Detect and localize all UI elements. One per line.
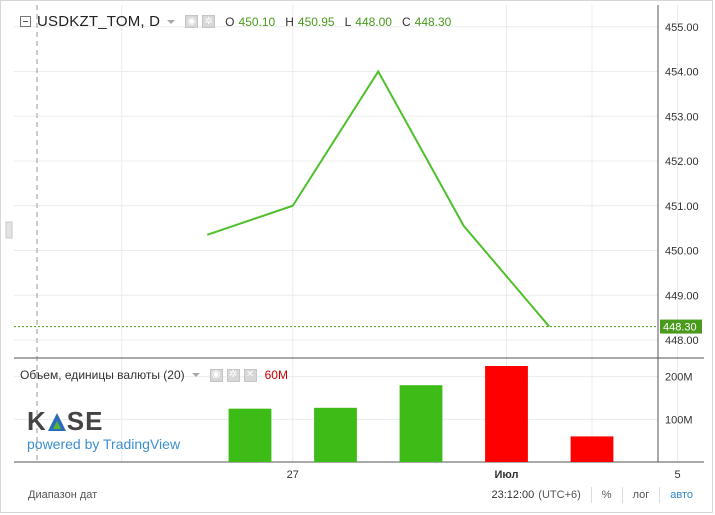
- volume-legend-value: 60M: [264, 368, 288, 382]
- ohlc-close-value: 448.30: [414, 14, 452, 29]
- time-axis[interactable]: 27Июл57: [287, 469, 715, 481]
- kase-wordmark: K SE: [27, 406, 104, 436]
- pane-collapse-tab[interactable]: [5, 221, 13, 239]
- volume-bar: [228, 408, 272, 462]
- volume-axis[interactable]: 200M 100M: [665, 372, 693, 427]
- ohlc-high-value: 450.95: [297, 14, 335, 29]
- main-series-legend: USDKZT_TOM, D ◉ ✲ O 450.10 H 450.95 L 44…: [20, 13, 451, 30]
- price-axis[interactable]: 455.00 454.00 453.00 452.00 451.00 450.00 449.…: [665, 22, 699, 347]
- volume-bar: [485, 366, 528, 462]
- auto-scale-button[interactable]: авто: [670, 489, 693, 501]
- price-series-line: [206, 69, 551, 328]
- percent-scale-button[interactable]: %: [602, 489, 612, 501]
- volume-tick-label: 100M: [665, 414, 693, 426]
- ohlc-close-key: C: [401, 14, 411, 29]
- date-range-button[interactable]: Диапазон дат: [28, 489, 97, 501]
- price-tick-label: 454.00: [665, 67, 699, 79]
- divider: [621, 487, 623, 503]
- time-tick-label: Июл: [494, 469, 518, 481]
- price-tick-label: 453.00: [665, 111, 699, 123]
- ohlc-high-key: H: [285, 14, 294, 29]
- price-tick-label: 449.00: [665, 290, 699, 302]
- volume-legend: Объем, единицы валюты (20) ◉ ✲ ✕ 60M: [20, 368, 288, 382]
- last-price-tag: 448.30: [660, 319, 702, 334]
- ohlc-open-key: O: [225, 14, 235, 29]
- ohlc-low-value: 448.00: [355, 14, 392, 29]
- timezone-button[interactable]: (UTC+6): [538, 489, 580, 501]
- ohlc-low-key: L: [344, 14, 352, 29]
- chevron-down-icon[interactable]: [167, 19, 176, 24]
- divider: [659, 487, 661, 503]
- time-tick-label: 5: [674, 469, 680, 481]
- settings-icon[interactable]: ✲: [202, 15, 216, 28]
- volume-legend-label[interactable]: Объем, единицы валюты (20): [20, 368, 185, 382]
- price-tick-label: 451.00: [665, 201, 699, 213]
- eye-icon[interactable]: ◉: [209, 368, 223, 382]
- volume-bar: [570, 436, 614, 462]
- kase-logo[interactable]: K SE powered by TradingView: [27, 408, 180, 452]
- last-price-tag-text: 448.30: [663, 322, 697, 334]
- price-tick-label: 448.00: [665, 335, 699, 347]
- price-tick-label: 450.00: [665, 246, 699, 258]
- price-tick-label: 452.00: [665, 156, 699, 168]
- price-tick-label: 455.00: [665, 22, 699, 34]
- powered-by-tradingview[interactable]: powered by TradingView: [27, 436, 180, 452]
- chevron-down-icon[interactable]: [191, 373, 200, 377]
- bottom-toolbar: Диапазон дат 23:12:00 (UTC+6) % лог авто: [14, 484, 701, 506]
- kase-triangle-icon: [47, 413, 66, 431]
- time-tick-label: 27: [287, 469, 299, 481]
- close-icon[interactable]: ✕: [243, 368, 257, 382]
- ohlc-open-value: 450.10: [238, 14, 276, 29]
- symbol-name[interactable]: USDKZT_TOM, D: [37, 13, 160, 30]
- grid: [14, 5, 678, 462]
- volume-bar: [314, 407, 357, 462]
- collapse-legend-icon[interactable]: [20, 16, 31, 27]
- log-scale-button[interactable]: лог: [633, 489, 650, 501]
- eye-icon[interactable]: ◉: [185, 15, 199, 28]
- divider: [590, 487, 592, 503]
- clock-time: 23:12:00: [491, 489, 535, 501]
- settings-icon[interactable]: ✲: [226, 368, 240, 382]
- volume-bar: [399, 385, 443, 462]
- volume-tick-label: 200M: [665, 372, 693, 384]
